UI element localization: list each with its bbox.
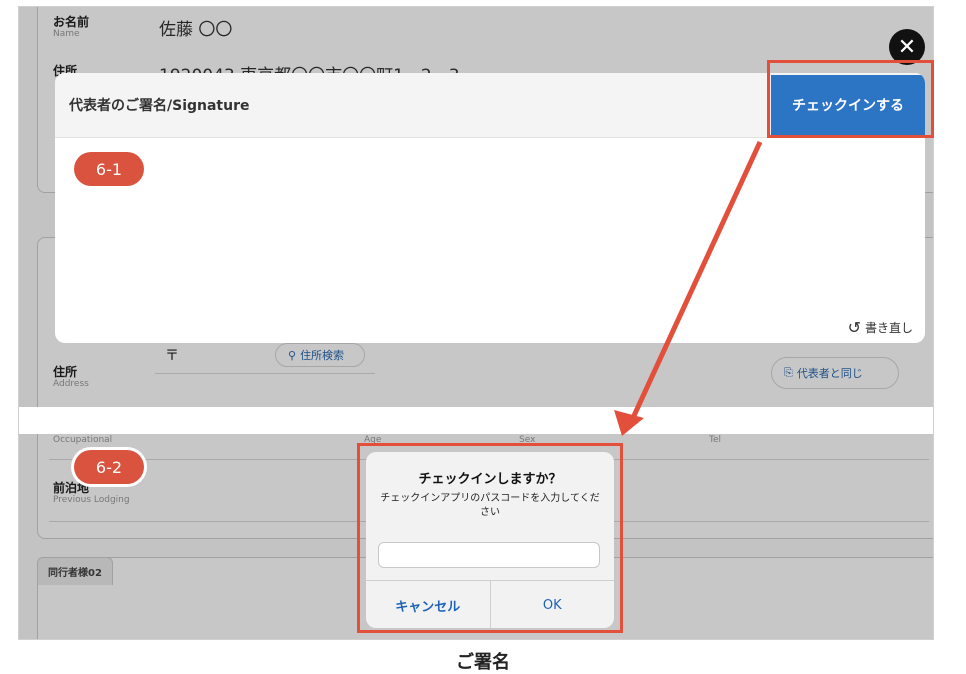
- arrowhead: [614, 410, 644, 436]
- ok-button[interactable]: OK: [491, 581, 615, 628]
- arrow-line: [629, 140, 763, 422]
- dialog-buttons: キャンセル OK: [366, 580, 614, 628]
- dialog-message: チェックインアプリのパスコードを入力してください: [380, 493, 600, 518]
- figure-caption: ご署名: [456, 652, 510, 673]
- step-badge-6-1: 6-1: [74, 152, 144, 186]
- dialog-title: チェックインしますか？: [418, 472, 562, 487]
- confirm-dialog: チェックインしますか？ チェックインアプリのパスコードを入力してください キャン…: [366, 452, 614, 628]
- passcode-input[interactable]: [378, 542, 600, 568]
- step-badge-6-2: 6-2: [74, 450, 144, 484]
- cancel-button[interactable]: キャンセル: [366, 581, 491, 628]
